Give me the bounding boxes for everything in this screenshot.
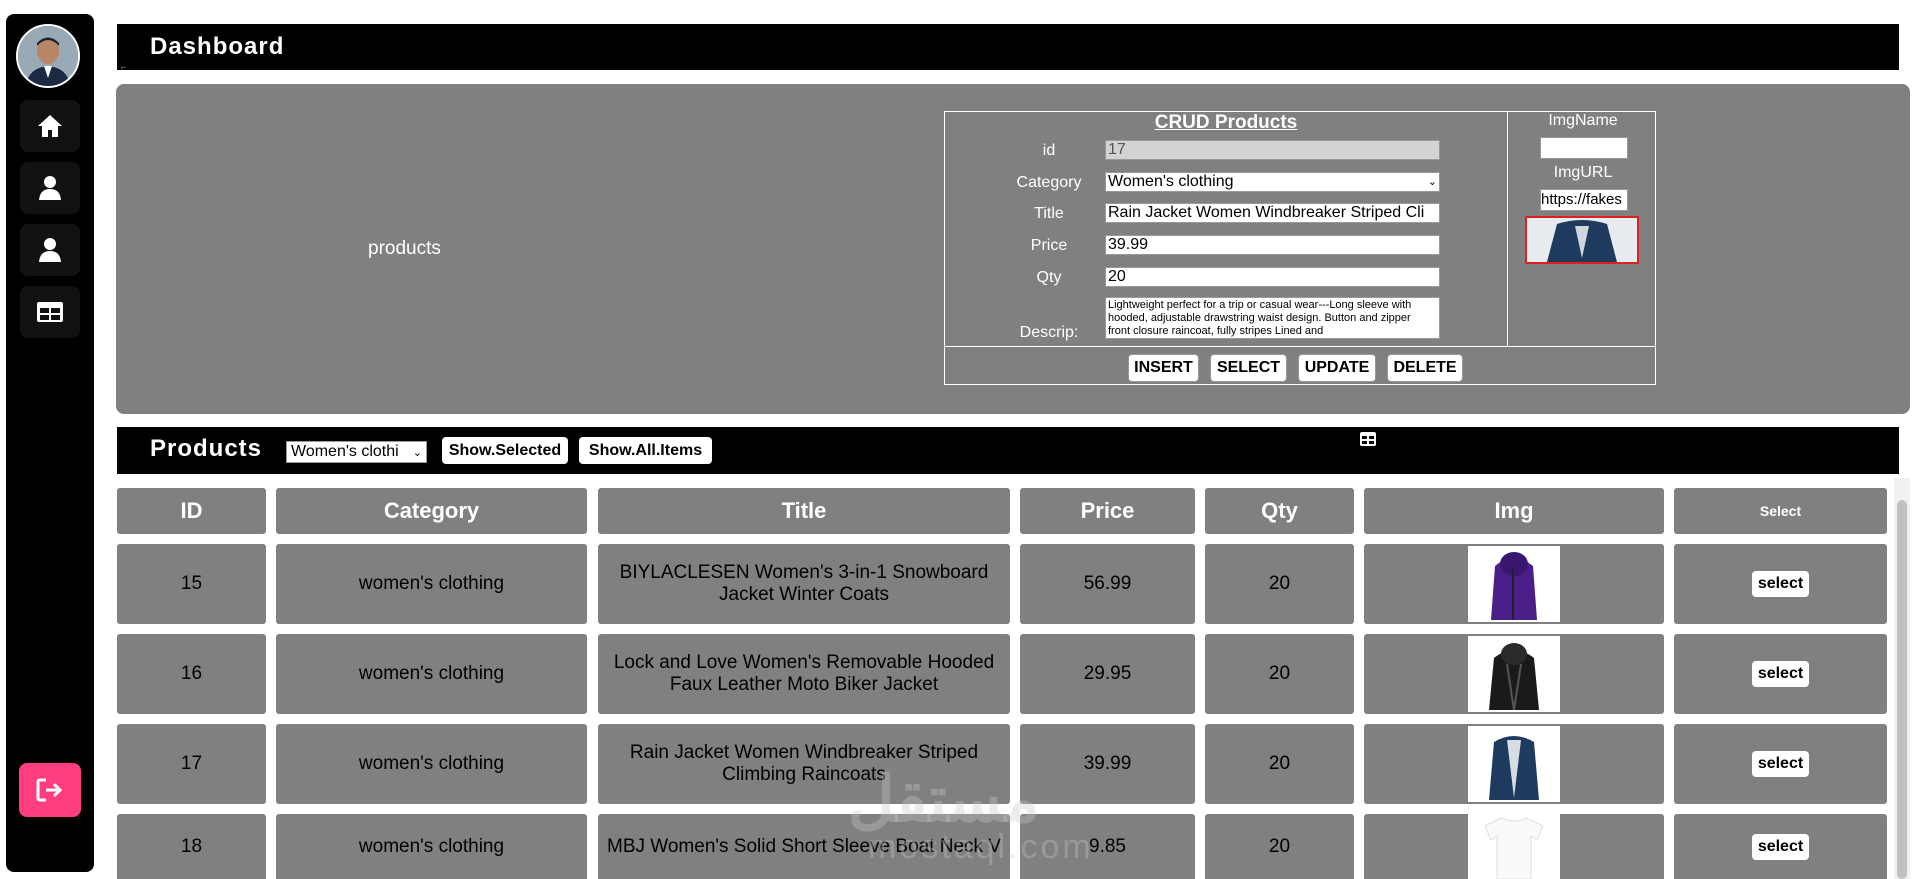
table-row: 15	[117, 544, 266, 624]
row-select-button[interactable]: select	[1751, 571, 1810, 597]
product-image	[1468, 814, 1560, 879]
logout-icon	[36, 778, 63, 802]
row-title: Lock and Love Women's Removable Hooded F…	[598, 634, 1010, 714]
row-select-button[interactable]: select	[1751, 661, 1810, 687]
row-select-button[interactable]: select	[1751, 751, 1810, 777]
nav-home[interactable]	[20, 100, 80, 152]
row-price: 29.95	[1020, 634, 1195, 714]
products-title: Products	[150, 435, 263, 462]
header-qty: Qty	[1205, 488, 1354, 534]
products-header: Products Women's clothi ⌄ Show.Selected …	[117, 427, 1899, 474]
row-img	[1364, 544, 1664, 624]
nav-table[interactable]	[20, 286, 80, 338]
title-label: Title	[1034, 205, 1064, 222]
row-qty: 20	[1205, 544, 1354, 624]
header-title: Title	[598, 488, 1010, 534]
user-icon	[39, 238, 61, 262]
descrip-textarea[interactable]: Lightweight perfect for a trip or casual…	[1105, 297, 1440, 339]
header-category: Category	[276, 488, 587, 534]
user-icon	[39, 176, 61, 200]
show-selected-button[interactable]: Show.Selected	[442, 437, 568, 464]
row-img	[1364, 814, 1664, 879]
price-label: Price	[1030, 237, 1068, 254]
category-label: Category	[1016, 174, 1082, 191]
nav-users[interactable]	[20, 162, 80, 214]
img-name-input[interactable]	[1540, 137, 1628, 159]
table-row: 17	[117, 724, 266, 804]
chevron-down-icon: ⌄	[412, 446, 422, 459]
crud-title: CRUD Products	[1154, 112, 1298, 133]
crud-panel: products CRUD Products id 17 Category Wo…	[116, 84, 1910, 414]
row-img	[1364, 724, 1664, 804]
crud-form: CRUD Products id 17 Category Women's clo…	[944, 111, 1656, 385]
product-image	[1468, 636, 1560, 712]
scrollbar[interactable]	[1894, 478, 1910, 879]
qty-field[interactable]: 20	[1105, 267, 1440, 287]
header-img: Img	[1364, 488, 1664, 534]
product-image	[1468, 546, 1560, 622]
dashboard-header: Dashboard ⌐	[117, 24, 1899, 72]
row-category: women's clothing	[276, 634, 587, 714]
product-image	[1468, 726, 1560, 802]
row-price: 56.99	[1020, 544, 1195, 624]
row-qty: 20	[1205, 724, 1354, 804]
header-select: Select	[1674, 488, 1887, 534]
update-button[interactable]: UPDATE	[1298, 354, 1376, 382]
descrip-value: Lightweight perfect for a trip or casual…	[1108, 299, 1412, 337]
img-url-label: ImgURL	[1553, 164, 1613, 181]
id-field[interactable]: 17	[1105, 140, 1440, 160]
logout-button[interactable]	[19, 763, 81, 817]
select-button[interactable]: SELECT	[1210, 354, 1287, 382]
row-img	[1364, 634, 1664, 714]
header-id: ID	[117, 488, 266, 534]
avatar[interactable]	[16, 24, 80, 88]
row-category: women's clothing	[276, 724, 587, 804]
divider	[1507, 112, 1508, 346]
sidebar	[6, 14, 94, 872]
title-field[interactable]: Rain Jacket Women Windbreaker Striped Cl…	[1105, 203, 1440, 223]
resize-handle-icon: ⌐	[121, 62, 127, 72]
home-icon	[38, 115, 62, 137]
id-label: id	[1042, 142, 1056, 159]
img-url-input[interactable]: https://fakes	[1540, 189, 1628, 211]
watermark: مستقل	[848, 763, 1040, 835]
show-all-button[interactable]: Show.All.Items	[579, 437, 712, 464]
table-icon	[37, 302, 63, 322]
chevron-down-icon: ⌄	[1427, 176, 1437, 188]
row-select-cell: select	[1674, 544, 1887, 624]
row-category: women's clothing	[276, 814, 587, 879]
nav-profile[interactable]	[20, 224, 80, 276]
category-filter-value: Women's clothi	[291, 443, 399, 460]
row-price: 39.99	[1020, 724, 1195, 804]
row-select-cell: select	[1674, 724, 1887, 804]
divider	[945, 346, 1655, 347]
category-filter-select[interactable]: Women's clothi ⌄	[286, 441, 427, 463]
products-label: products	[368, 238, 441, 259]
image-preview	[1525, 216, 1639, 264]
insert-button[interactable]: INSERT	[1128, 354, 1199, 382]
row-category: women's clothing	[276, 544, 587, 624]
table-row: 16	[117, 634, 266, 714]
category-value: Women's clothing	[1108, 173, 1234, 190]
scroll-thumb[interactable]	[1897, 500, 1907, 879]
row-qty: 20	[1205, 814, 1354, 879]
row-select-button[interactable]: select	[1751, 833, 1810, 860]
table-row: 18	[117, 814, 266, 879]
row-qty: 20	[1205, 634, 1354, 714]
descrip-label: Descrip:	[1019, 324, 1079, 341]
row-select-cell: select	[1674, 814, 1887, 879]
category-select[interactable]: Women's clothing ⌄	[1105, 172, 1440, 192]
price-field[interactable]: 39.99	[1105, 235, 1440, 255]
row-select-cell: select	[1674, 634, 1887, 714]
qty-label: Qty	[1036, 269, 1062, 286]
watermark-latin: mostaql.com	[868, 828, 1094, 866]
row-title: BIYLACLESEN Women's 3-in-1 Snowboard Jac…	[598, 544, 1010, 624]
delete-button[interactable]: DELETE	[1387, 354, 1463, 382]
page-title: Dashboard	[150, 33, 285, 60]
img-name-label: ImgName	[1548, 112, 1618, 129]
grid-icon[interactable]	[1360, 432, 1376, 446]
header-price: Price	[1020, 488, 1195, 534]
